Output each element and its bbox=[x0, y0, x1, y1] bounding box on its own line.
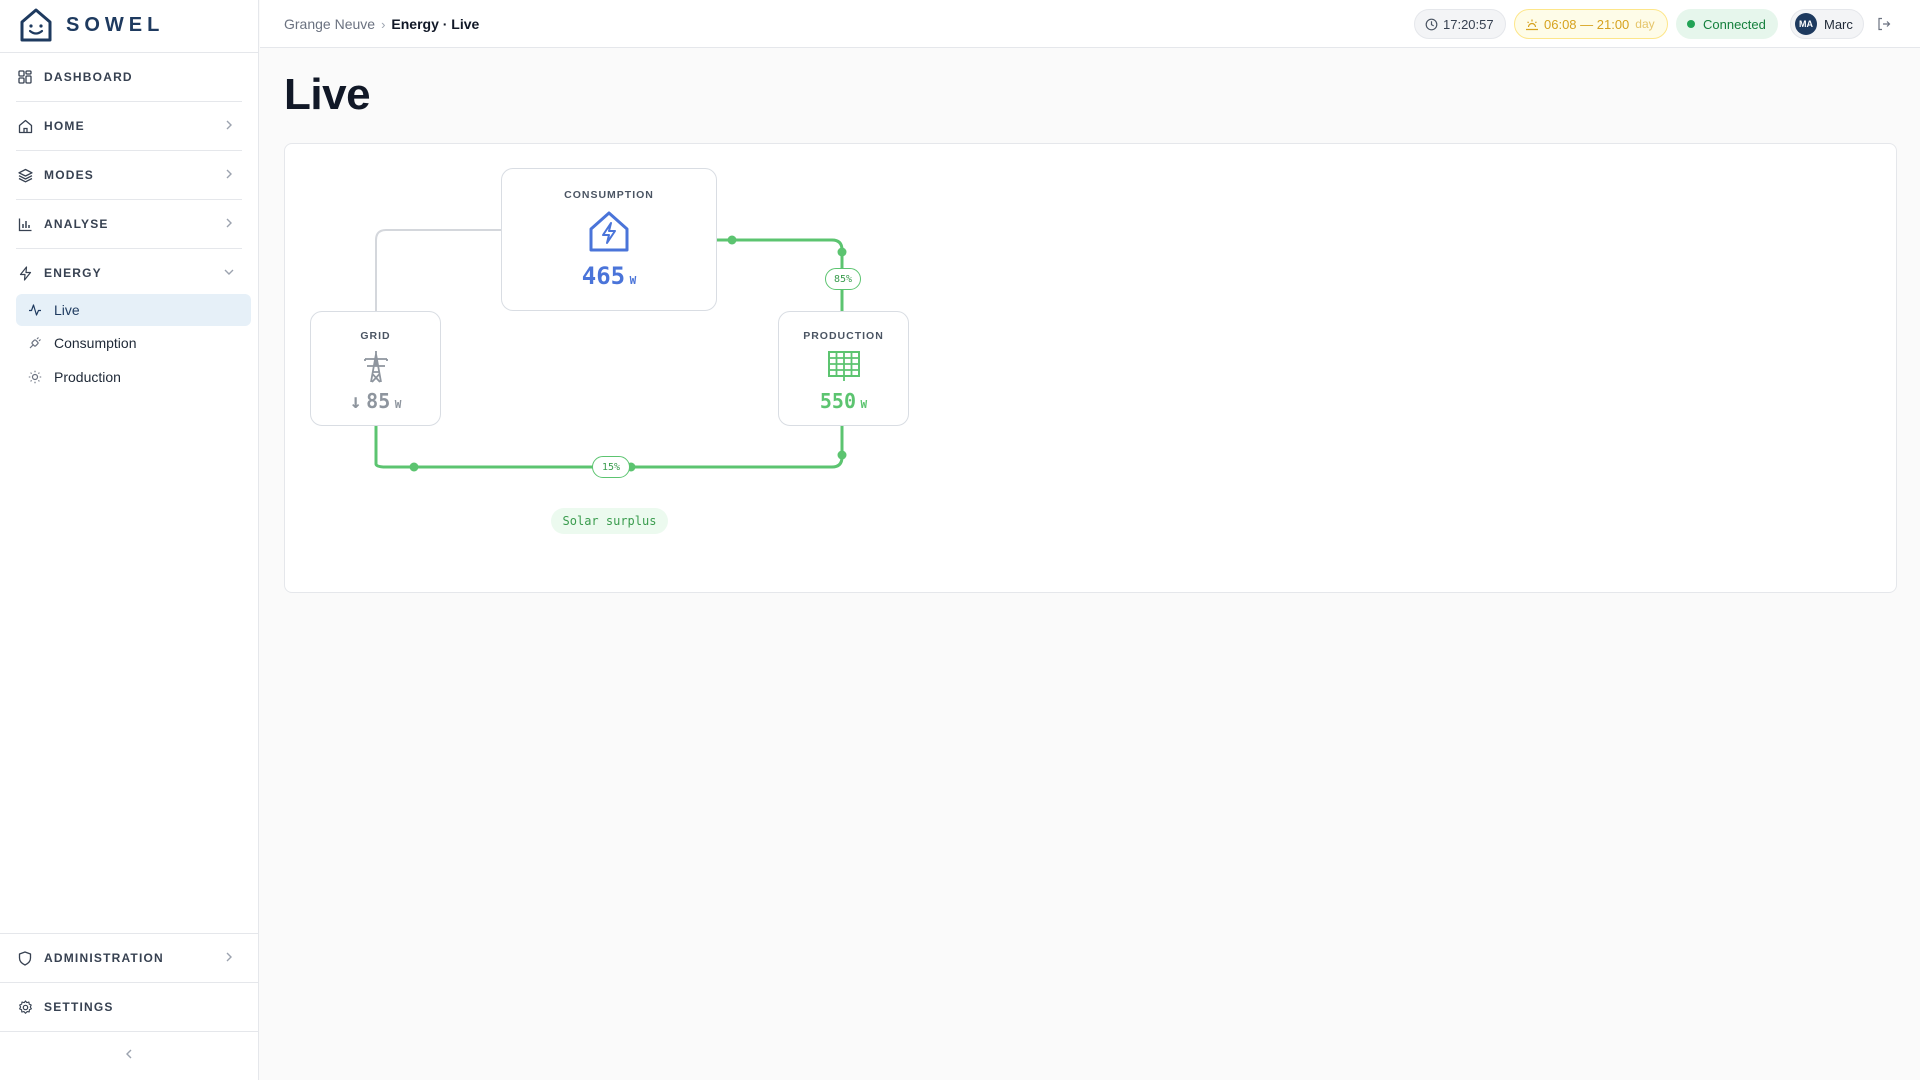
connection-status: Connected bbox=[1703, 16, 1766, 32]
production-value: 550 bbox=[819, 389, 857, 413]
nav-dashboard-label: DASHBOARD bbox=[44, 70, 133, 84]
page-title: Live bbox=[284, 70, 371, 119]
status-dot bbox=[1687, 20, 1695, 28]
consumption-value: 465 bbox=[581, 262, 626, 290]
nav-home-label: HOME bbox=[44, 119, 85, 133]
sub-item-live[interactable]: Live bbox=[16, 294, 251, 326]
energy-flow-card: CONSUMPTION 465 W GRID ↓ 85 W PRODUCTION… bbox=[284, 143, 1897, 593]
power-pylon-icon bbox=[363, 351, 388, 383]
daylight-range: 06:08 — 21:00 bbox=[1544, 16, 1630, 32]
nav-analyse[interactable]: ANALYSE bbox=[16, 200, 242, 248]
breadcrumb-current: Energy · Live bbox=[391, 16, 480, 32]
bar-chart-icon bbox=[16, 215, 34, 233]
sub-item-live-label: Live bbox=[54, 302, 80, 318]
grid-unit: W bbox=[394, 398, 402, 411]
logout-icon[interactable] bbox=[1876, 16, 1892, 32]
sidebar: SOWEL DASHBOARD HOME MODES ANALYSE ENERG… bbox=[0, 0, 259, 1080]
bolt-icon bbox=[16, 264, 34, 282]
nav-administration[interactable]: ADMINISTRATION bbox=[16, 934, 242, 982]
daylight-pill: 06:08 — 21:00 day bbox=[1514, 9, 1668, 39]
daylight-label: day bbox=[1635, 17, 1655, 31]
nav-settings[interactable]: SETTINGS bbox=[16, 983, 242, 1031]
chevron-right-icon bbox=[226, 952, 232, 962]
sub-item-production[interactable]: Production bbox=[16, 361, 251, 393]
breadcrumb-separator: › bbox=[381, 16, 386, 32]
shield-icon bbox=[16, 949, 34, 967]
chevron-right-icon bbox=[226, 120, 232, 130]
nav-administration-label: ADMINISTRATION bbox=[44, 951, 164, 965]
breadcrumb-parent[interactable]: Grange Neuve bbox=[284, 16, 375, 32]
nav-energy[interactable]: ENERGY bbox=[16, 249, 242, 297]
user-menu[interactable]: MA Marc bbox=[1790, 9, 1864, 39]
consumption-label: CONSUMPTION bbox=[564, 189, 654, 201]
grid-value: 85 bbox=[366, 389, 391, 413]
brand-name: SOWEL bbox=[66, 13, 165, 36]
chevron-down-icon bbox=[224, 269, 234, 275]
home-icon bbox=[16, 117, 34, 135]
gear-icon bbox=[16, 998, 34, 1016]
production-node[interactable]: PRODUCTION 550 W bbox=[778, 311, 909, 426]
connection-status-pill: Connected bbox=[1676, 9, 1778, 39]
grid-consumption-line bbox=[375, 229, 501, 311]
flow-dot bbox=[727, 235, 737, 245]
flow-status-tag: Solar surplus bbox=[551, 508, 668, 534]
sub-item-consumption-label: Consumption bbox=[54, 335, 137, 351]
chevron-right-icon bbox=[226, 169, 232, 179]
flow-dot bbox=[409, 462, 419, 472]
layers-icon bbox=[16, 166, 34, 184]
flow-dot bbox=[837, 247, 847, 257]
production-grid-percent: 15% bbox=[592, 456, 630, 478]
solar-panel-icon bbox=[827, 351, 860, 381]
grid-label: GRID bbox=[360, 330, 391, 342]
house-smile-icon bbox=[20, 8, 52, 42]
clock-pill: 17:20:57 bbox=[1414, 9, 1506, 39]
nav-analyse-label: ANALYSE bbox=[44, 217, 109, 231]
nav-home[interactable]: HOME bbox=[16, 102, 242, 150]
grid-node[interactable]: GRID ↓ 85 W bbox=[310, 311, 441, 426]
collapse-sidebar-icon[interactable] bbox=[121, 1046, 137, 1062]
nav-modes[interactable]: MODES bbox=[16, 151, 242, 199]
sub-item-consumption[interactable]: Consumption bbox=[16, 327, 251, 359]
user-name: Marc bbox=[1824, 16, 1853, 32]
production-unit: W bbox=[860, 398, 868, 411]
house-bolt-icon bbox=[589, 211, 629, 252]
consumption-unit: W bbox=[629, 274, 637, 287]
avatar: MA bbox=[1795, 13, 1817, 35]
clock-icon bbox=[1425, 18, 1438, 30]
nav-modes-label: MODES bbox=[44, 168, 95, 182]
activity-icon bbox=[27, 302, 43, 318]
sunrise-icon bbox=[1526, 19, 1538, 30]
nav-settings-label: SETTINGS bbox=[44, 1000, 114, 1014]
breadcrumb: Grange Neuve › Energy · Live bbox=[284, 16, 479, 32]
sun-icon bbox=[27, 369, 43, 385]
production-label: PRODUCTION bbox=[803, 330, 884, 342]
divider bbox=[0, 1031, 258, 1032]
flow-dot bbox=[837, 450, 847, 460]
top-bar: Grange Neuve › Energy · Live 17:20:57 06… bbox=[260, 0, 1920, 48]
nav-energy-label: ENERGY bbox=[44, 266, 102, 280]
sub-item-production-label: Production bbox=[54, 369, 121, 385]
production-consumption-percent: 85% bbox=[825, 268, 861, 290]
grid-direction-arrow: ↓ bbox=[349, 389, 362, 413]
nav-dashboard[interactable]: DASHBOARD bbox=[16, 53, 242, 101]
clock-time: 17:20:57 bbox=[1443, 16, 1494, 32]
production-consumption-line bbox=[717, 238, 844, 311]
plug-icon bbox=[27, 335, 43, 351]
logo[interactable]: SOWEL bbox=[18, 6, 164, 44]
chevron-right-icon bbox=[226, 218, 232, 228]
grid-icon bbox=[16, 68, 34, 86]
consumption-node[interactable]: CONSUMPTION 465 W bbox=[501, 168, 717, 311]
